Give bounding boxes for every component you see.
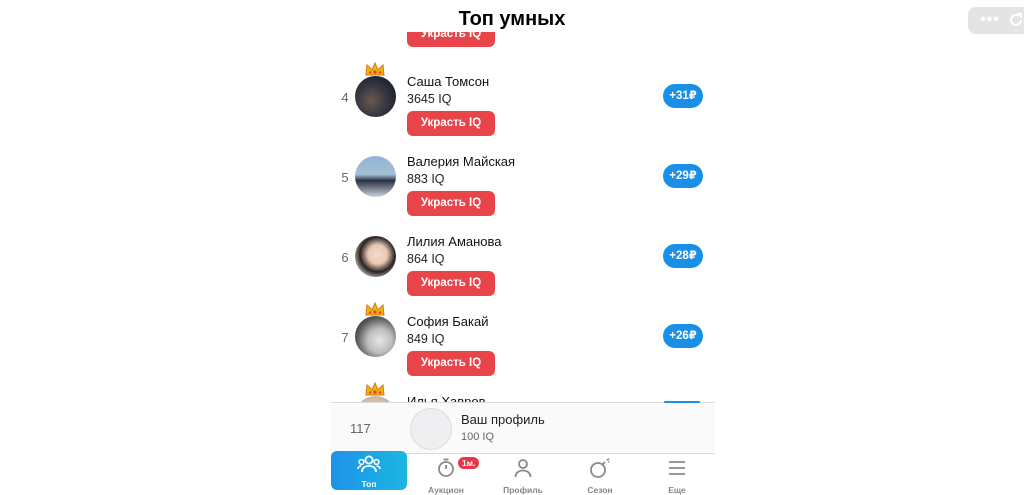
- crown-icon: [365, 61, 385, 76]
- rank-number: 5: [341, 170, 349, 185]
- tab-more[interactable]: Еще: [639, 454, 715, 495]
- user-name[interactable]: Лилия Аманова: [407, 234, 502, 249]
- auction-badge: 1м.: [457, 456, 481, 470]
- user-iq: 849 IQ: [407, 332, 445, 346]
- avatar[interactable]: [355, 236, 396, 277]
- menu-icon: [639, 457, 715, 479]
- my-rank: 117: [350, 421, 371, 436]
- refresh-icon[interactable]: [1008, 12, 1024, 28]
- reward-badge[interactable]: +28₽: [663, 244, 703, 268]
- bottom-tab-bar: Топ 1м. Аукцион Профиль Сезон Еще: [331, 451, 715, 495]
- tab-profile[interactable]: Профиль: [485, 454, 561, 495]
- avatar[interactable]: [355, 156, 396, 197]
- tab-top[interactable]: Топ: [331, 451, 407, 490]
- user-name[interactable]: София Бакай: [407, 314, 488, 329]
- tab-season[interactable]: Сезон: [562, 454, 638, 495]
- rank-number: 6: [341, 250, 349, 265]
- leaderboard-list[interactable]: Украсть IQ 4 Саша Томсон 3645 IQ Украсть…: [331, 32, 715, 402]
- reward-badge[interactable]: +26₽: [663, 324, 703, 348]
- user-name[interactable]: Илья Хавров: [407, 394, 486, 402]
- rank-number: 4: [341, 90, 349, 105]
- list-item[interactable]: Илья Хавров: [331, 381, 715, 402]
- list-item[interactable]: 5 Валерия Майская 883 IQ Украсть IQ +29₽: [331, 150, 715, 230]
- reward-badge[interactable]: +31₽: [663, 84, 703, 108]
- steal-iq-button[interactable]: Украсть IQ: [407, 32, 495, 47]
- steal-iq-button[interactable]: Украсть IQ: [407, 351, 495, 376]
- user-name[interactable]: Валерия Майская: [407, 154, 515, 169]
- person-icon: [485, 457, 561, 479]
- crown-icon: [365, 301, 385, 316]
- avatar[interactable]: [355, 76, 396, 117]
- my-profile-row[interactable]: 117 Ваш профиль 100 IQ: [331, 403, 715, 453]
- page-title: Топ умных: [458, 8, 566, 30]
- my-profile-name[interactable]: Ваш профиль: [461, 412, 545, 427]
- crown-icon: [365, 381, 385, 396]
- more-icon[interactable]: •••: [980, 11, 1000, 29]
- bomb-icon: [562, 457, 638, 479]
- list-item[interactable]: 4 Саша Томсон 3645 IQ Украсть IQ +31₽: [331, 61, 715, 150]
- steal-iq-button[interactable]: Украсть IQ: [407, 191, 495, 216]
- avatar[interactable]: [355, 316, 396, 357]
- reward-badge[interactable]: +29₽: [663, 164, 703, 188]
- user-iq: 3645 IQ: [407, 92, 452, 106]
- tab-auction[interactable]: 1м. Аукцион: [408, 454, 484, 495]
- user-iq: 883 IQ: [407, 172, 445, 186]
- list-item[interactable]: 6 Лилия Аманова 864 IQ Украсть IQ +28₽: [331, 230, 715, 310]
- tab-label: Топ: [361, 479, 377, 489]
- list-item[interactable]: 7 София Бакай 849 IQ Украсть IQ +26₽: [331, 301, 715, 390]
- user-iq: 864 IQ: [407, 252, 445, 266]
- users-icon: [331, 454, 407, 476]
- user-name[interactable]: Саша Томсон: [407, 74, 489, 89]
- mini-app-menu[interactable]: •••: [968, 7, 1024, 34]
- rank-number: 7: [341, 330, 349, 345]
- steal-iq-button[interactable]: Украсть IQ: [407, 271, 495, 296]
- avatar[interactable]: [410, 408, 452, 450]
- my-profile-iq: 100 IQ: [461, 431, 495, 443]
- steal-iq-button[interactable]: Украсть IQ: [407, 111, 495, 136]
